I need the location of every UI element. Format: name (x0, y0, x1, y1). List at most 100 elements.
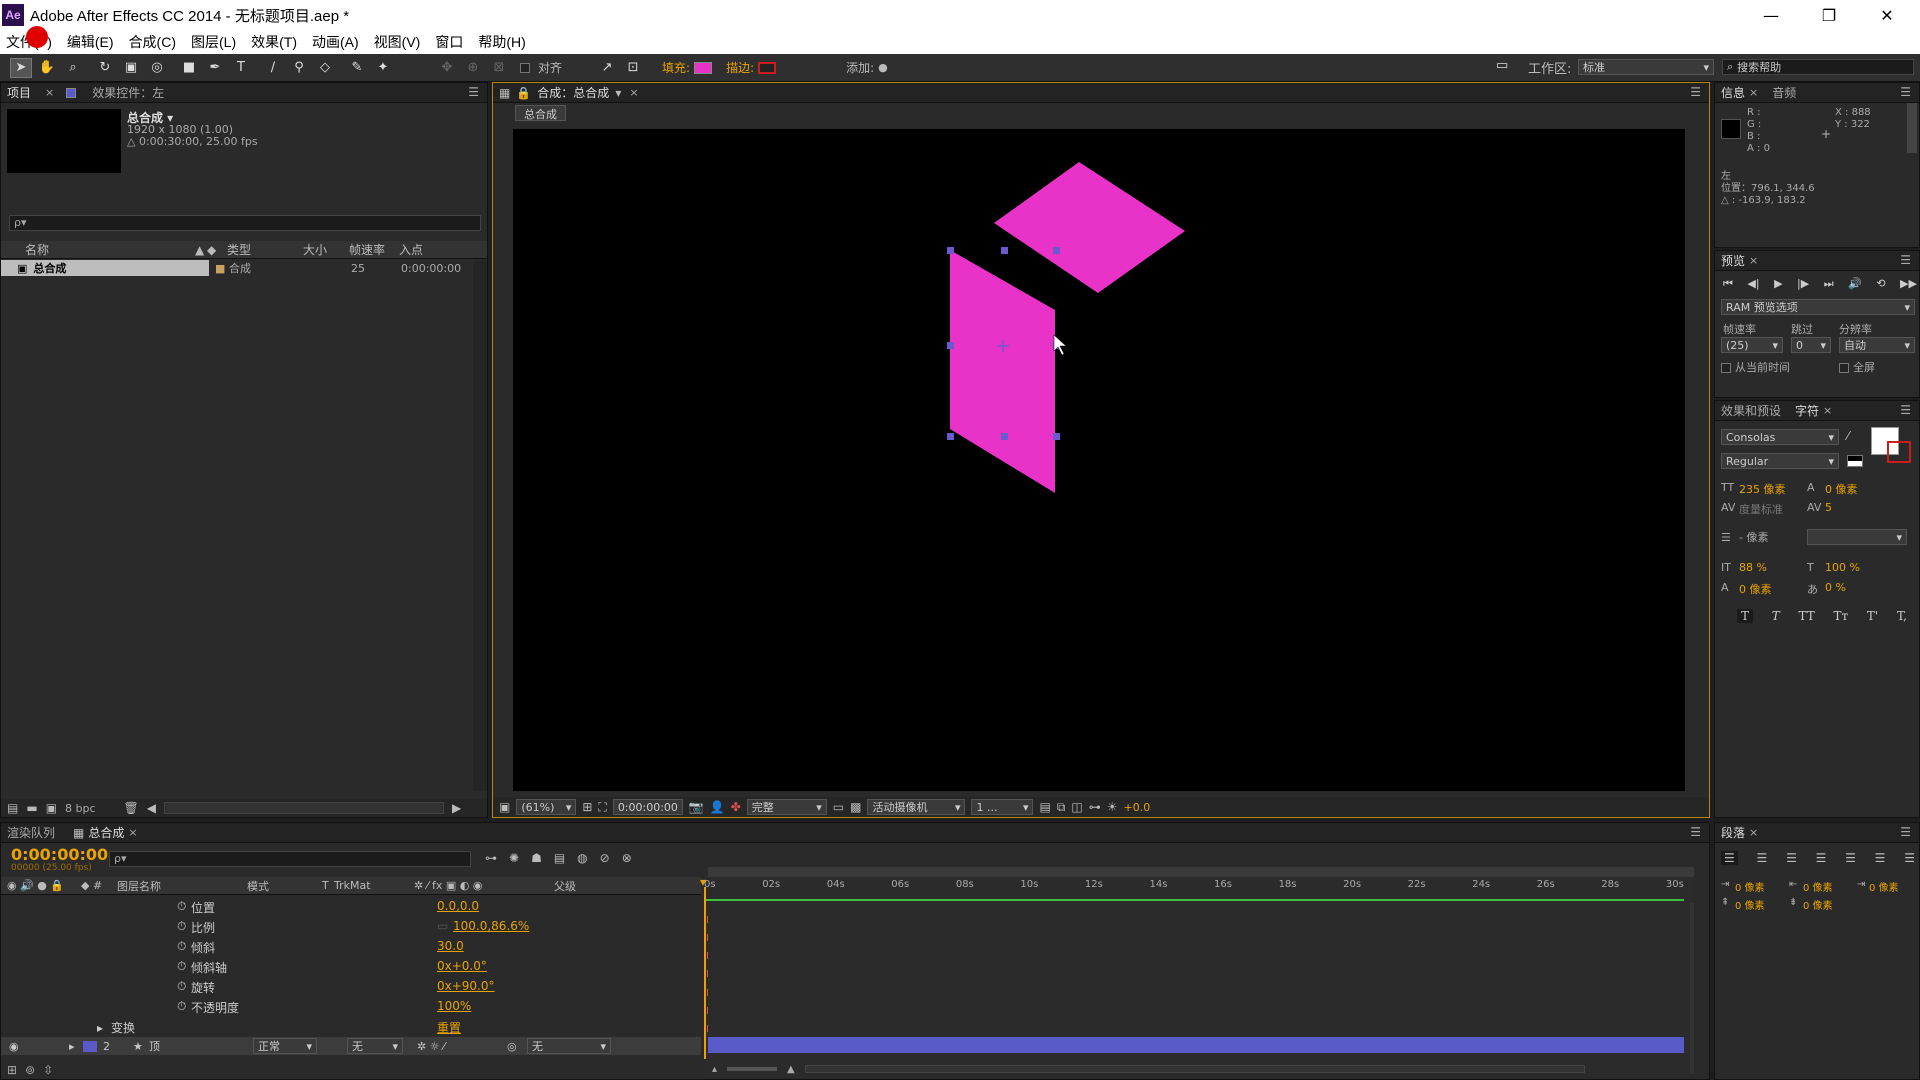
comp-mini-flowchart-icon[interactable]: ⊶ (485, 851, 497, 865)
interpret-footage-icon[interactable]: ▤ (7, 801, 18, 815)
stroke-width-value[interactable]: - 像素 (1739, 529, 1807, 545)
parent-dropdown[interactable]: 无 ▾ (527, 1038, 611, 1054)
workspace-dropdown[interactable]: 标准 ▾ (1578, 59, 1714, 75)
last-frame-icon[interactable]: ⏭ (1824, 277, 1834, 291)
preview-resolution-dropdown[interactable]: 自动 ▾ (1839, 337, 1915, 353)
axis-world-icon[interactable]: ⊕ (462, 58, 484, 78)
trkmat-dropdown[interactable]: 无 ▾ (347, 1038, 403, 1054)
ram-preview-icon[interactable]: ▶▶ (1900, 277, 1917, 291)
time-graph[interactable]: 0s 02s 04s 06s 08s 10s 12s 14s 16s 18s 2… (700, 867, 1694, 1077)
justify-right-icon[interactable]: ☰ (1875, 851, 1886, 865)
fill-color-swatch[interactable] (694, 61, 713, 74)
menu-view[interactable]: 视图(V) (374, 32, 421, 52)
stopwatch-icon[interactable]: ⏱ (177, 899, 186, 914)
zoom-slider[interactable] (727, 1067, 778, 1071)
fullscreen-option[interactable]: 全屏 (1839, 359, 1875, 375)
tab-composition[interactable]: 合成：总合成 (537, 84, 609, 101)
panel-menu-icon[interactable]: ☰ (1900, 403, 1911, 417)
pickwhip-icon[interactable]: ◎ (507, 1040, 527, 1053)
zoom-in-icon[interactable]: ▲ (787, 1064, 795, 1075)
faux-bold-button[interactable]: T (1737, 609, 1754, 623)
project-scrollbar[interactable] (473, 261, 487, 791)
puppet-tool-icon[interactable]: ✦ (372, 58, 394, 78)
tab-audio[interactable]: 音频 (1772, 84, 1796, 101)
blend-mode-dropdown[interactable]: 正常 ▾ (253, 1038, 317, 1054)
play-icon[interactable]: ▶ (1774, 277, 1782, 291)
frame-blending-icon[interactable]: ▤ (554, 851, 565, 865)
subscript-button[interactable]: T, (1897, 609, 1907, 623)
selection-handle[interactable] (1053, 247, 1060, 254)
layer-switches-icon[interactable]: ✲ ☼ ⁄ (417, 1040, 507, 1053)
col-fps[interactable]: 帧速率 (349, 241, 399, 258)
horizontal-scale-value[interactable]: 100 % (1825, 561, 1860, 574)
always-preview-icon[interactable]: ▣ (499, 800, 510, 814)
close-button[interactable]: ✕ (1864, 0, 1910, 30)
baseline-value[interactable]: 0 像素 (1739, 581, 1807, 597)
selection-handle[interactable] (947, 342, 954, 349)
audio-icon[interactable]: 🔊 (1848, 277, 1862, 291)
ram-options-dropdown[interactable]: RAM 预览选项 ▾ (1721, 299, 1915, 315)
stroke-style-dropdown[interactable]: ▾ (1807, 529, 1907, 545)
info-scrollbar[interactable] (1907, 103, 1917, 153)
transfer-controls-icon[interactable]: ⊚ (25, 1063, 35, 1077)
vr-icon[interactable]: ▭ (1496, 58, 1518, 76)
tab-render-queue[interactable]: 渲染队列 (7, 824, 55, 841)
tab-paragraph[interactable]: 段落 (1721, 824, 1745, 841)
snap-feature-icon[interactable]: ⊡ (622, 58, 644, 78)
superscript-button[interactable]: T' (1867, 609, 1878, 623)
panel-menu-icon[interactable]: ☰ (1900, 825, 1911, 839)
col-type[interactable]: 类型 (227, 241, 303, 258)
axis-local-icon[interactable]: ✥ (436, 58, 458, 78)
close-icon[interactable]: × (629, 86, 638, 99)
keyframe-marker-icon[interactable]: I (706, 969, 712, 980)
comp-viewer[interactable] (513, 129, 1685, 791)
stopwatch-icon[interactable]: ⏱ (177, 979, 186, 994)
property-value[interactable]: 30.0 (437, 939, 464, 953)
trash-icon[interactable]: 🗑 (124, 801, 139, 815)
col-layer-name[interactable]: 图层名称 (117, 878, 247, 894)
magnification-dropdown[interactable]: (61%) ▾ (516, 799, 577, 815)
stroke-color-swatch[interactable] (758, 61, 777, 74)
timeline-horizontal-scrollbar[interactable] (804, 1065, 1585, 1073)
space-after-value[interactable]: 0 像素 (1803, 897, 1833, 912)
draft-3d-icon[interactable]: ✺ (509, 851, 519, 865)
zoom-out-icon[interactable]: ▴ (712, 1064, 717, 1075)
from-current-option[interactable]: 从当前时间 (1721, 359, 1790, 375)
flowchart-icon[interactable]: ⊶ (1089, 800, 1101, 814)
camera-tool-icon[interactable]: ▣ (120, 58, 142, 78)
black-white-swatch[interactable] (1847, 455, 1863, 467)
pan-behind-tool-icon[interactable]: ◎ (146, 58, 168, 78)
close-icon[interactable]: × (45, 86, 54, 99)
selection-tool-icon[interactable]: ➤ (10, 57, 32, 78)
timeline-icon[interactable]: ◫ (1071, 800, 1082, 814)
keyframe-marker-icon[interactable]: I (706, 933, 712, 944)
zoom-tool-icon[interactable]: ⌕ (62, 58, 84, 78)
region-of-interest-icon[interactable]: ▭ (833, 800, 844, 814)
fast-previews-icon[interactable]: ⧉ (1057, 800, 1066, 815)
keyframe-marker-icon[interactable]: I (706, 915, 712, 926)
eraser-tool-icon[interactable]: ◇ (314, 58, 336, 78)
small-caps-button[interactable]: Tт (1833, 609, 1848, 623)
panel-menu-icon[interactable]: ☰ (1900, 85, 1911, 99)
property-value[interactable]: 100% (437, 999, 471, 1013)
exposure-icon[interactable]: ☀ (1107, 800, 1118, 814)
property-value[interactable]: 100.0,86.6% (453, 919, 529, 933)
safe-margins-icon[interactable]: ⊞ (582, 800, 592, 814)
col-size[interactable]: 大小 (303, 241, 349, 258)
menu-edit[interactable]: 编辑(E) (67, 32, 114, 52)
show-snapshot-icon[interactable]: 👤 (710, 800, 725, 814)
all-caps-button[interactable]: TT (1799, 609, 1815, 623)
stopwatch-icon[interactable]: ⏱ (177, 959, 186, 974)
menu-animation[interactable]: 动画(A) (312, 32, 359, 52)
snapshot-camera-icon[interactable]: 📷 (689, 800, 704, 814)
stopwatch-icon[interactable]: ⏱ (177, 919, 186, 934)
next-frame-icon[interactable]: |▶ (1797, 277, 1809, 291)
keyframe-marker-icon[interactable]: I (706, 1006, 712, 1017)
col-name[interactable]: 名称 (25, 241, 195, 258)
reset-link[interactable]: 重置 (437, 1019, 461, 1036)
rectangle-tool-icon[interactable]: ■ (178, 58, 200, 78)
panel-menu-icon[interactable]: ☰ (1900, 253, 1911, 267)
top-face-shape[interactable] (994, 162, 1185, 293)
brush-tool-icon[interactable]: ∕ (262, 58, 284, 78)
project-search-input[interactable]: ρ▾ (9, 215, 481, 231)
